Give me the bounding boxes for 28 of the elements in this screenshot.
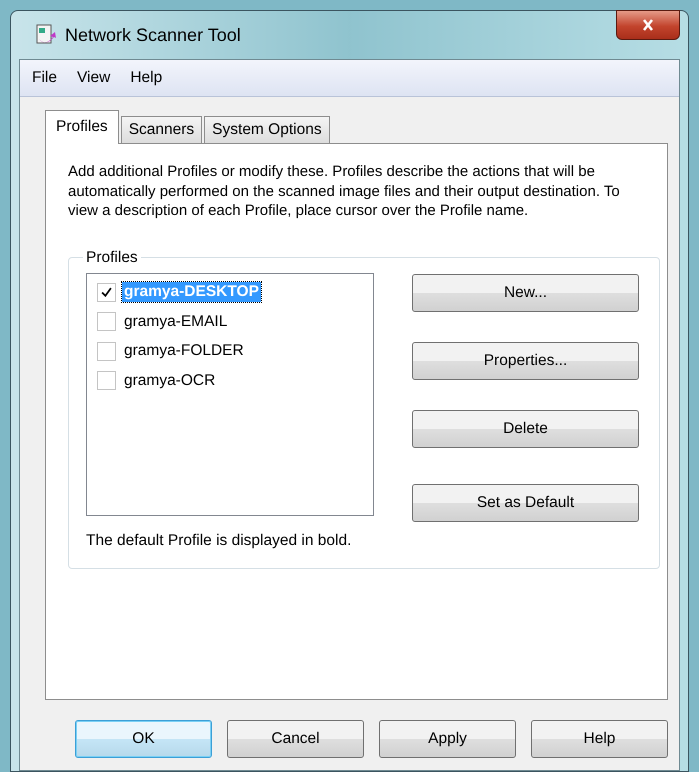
checkbox[interactable] (97, 342, 116, 361)
checkbox[interactable] (97, 312, 116, 332)
profile-item[interactable]: gramya-FOLDER (122, 341, 246, 362)
close-button[interactable] (616, 10, 680, 40)
dialog-button[interactable]: OK (75, 720, 212, 758)
window-title: Network Scanner Tool (65, 24, 241, 46)
dialog-button[interactable]: Help (531, 720, 668, 758)
profile-item[interactable]: gramya-OCR (122, 370, 218, 391)
menu-item[interactable]: File (32, 69, 57, 87)
tab[interactable]: System Options (204, 116, 330, 143)
menu-item[interactable]: View (76, 69, 110, 87)
action-button[interactable]: Set as Default (412, 484, 639, 522)
dialog-button[interactable]: Apply (379, 720, 516, 758)
close-icon (641, 19, 655, 31)
action-button[interactable]: Properties... (412, 342, 639, 380)
dialog-button[interactable]: Cancel (227, 720, 364, 758)
checkbox[interactable] (97, 371, 116, 390)
group-title: Profiles (85, 248, 139, 266)
tab[interactable]: Scanners (120, 116, 202, 143)
note-text: The default Profile is displayed in bold. (86, 532, 352, 550)
action-button[interactable]: Delete (412, 410, 639, 448)
check-icon (101, 286, 112, 298)
checkbox[interactable] (97, 282, 116, 302)
action-button[interactable]: New... (412, 274, 639, 312)
description-text: Add additional Profiles or modify these. Profiles describe the actions that will be automatically performed on the scanned image files and their output destination. To view a description of each Profile, place cursor over the Profile name. (68, 162, 621, 220)
profile-item[interactable]: gramya-EMAIL (122, 312, 230, 332)
tab[interactable]: Profiles (45, 110, 119, 144)
menu-item[interactable]: Help (130, 69, 162, 87)
